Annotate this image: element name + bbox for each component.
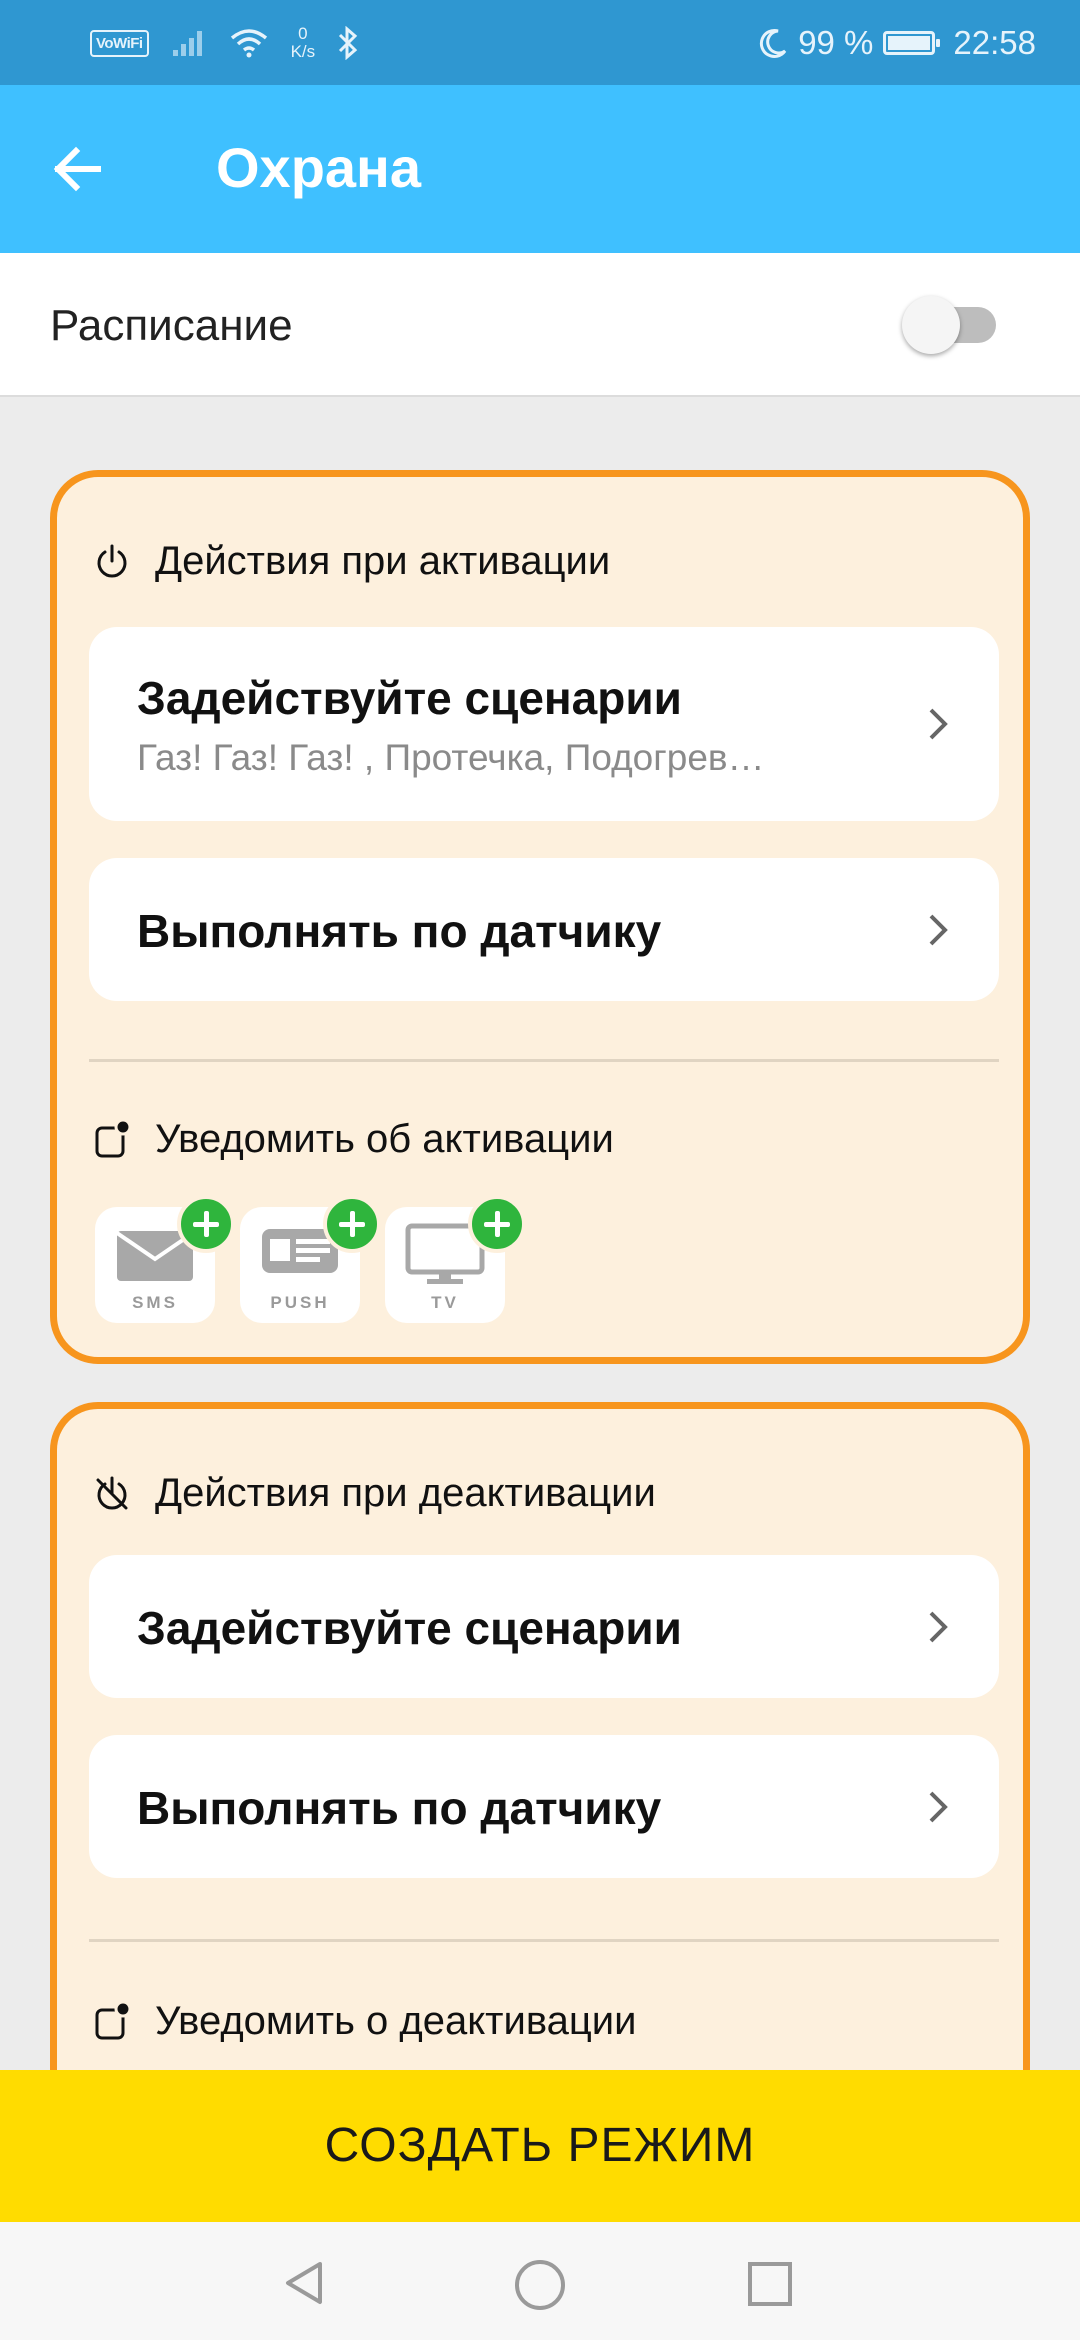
- notification-icon: [95, 2001, 131, 2039]
- network-speed: 0 K/s: [290, 24, 316, 61]
- chevron-right-icon: [929, 1791, 948, 1823]
- activation-card: Действия при активации Задействуйте сцен…: [50, 470, 1030, 1364]
- vowifi-icon: VoWiFi: [90, 29, 149, 57]
- back-button[interactable]: [44, 129, 124, 209]
- deactivation-notify-header: Уведомить о деактивации: [93, 1999, 636, 2044]
- nav-back-icon[interactable]: [280, 2258, 330, 2308]
- scenarios-subtitle: Газ! Газ! Газ! , Протечка, Подогрев…: [137, 737, 765, 778]
- add-push-button[interactable]: [323, 1195, 381, 1253]
- battery-icon: [883, 31, 941, 55]
- nav-home-icon[interactable]: [513, 2258, 567, 2312]
- moon-icon: [760, 29, 787, 58]
- sms-label: SMS: [132, 1293, 178, 1312]
- add-sms-button[interactable]: [177, 1195, 235, 1253]
- battery-percent: 99 %: [798, 24, 874, 61]
- chevron-right-icon: [929, 1611, 948, 1643]
- tv-label: TV: [431, 1293, 459, 1312]
- deactivation-sensor-row[interactable]: Выполнять по датчику: [89, 1735, 999, 1878]
- create-mode-button[interactable]: СОЗДАТЬ РЕЖИМ: [0, 2070, 1080, 2222]
- notification-icon: [95, 1119, 131, 1157]
- activation-sensor-row[interactable]: Выполнять по датчику: [89, 858, 999, 1001]
- app-bar: Охрана: [0, 85, 1080, 253]
- deactivation-card: Действия при деактивации Задействуйте сц…: [50, 1402, 1030, 2125]
- clock: 22:58: [953, 24, 1036, 61]
- chevron-right-icon: [929, 914, 948, 946]
- deactivation-scenarios-row[interactable]: Задействуйте сценарии: [89, 1555, 999, 1698]
- schedule-label: Расписание: [50, 301, 293, 350]
- activation-scenarios-row[interactable]: Задействуйте сценарии Газ! Газ! Газ! , П…: [89, 627, 999, 821]
- sensor-title: Выполнять по датчику: [137, 1782, 662, 1834]
- deactivation-notify-label: Уведомить о деактивации: [155, 1999, 637, 2043]
- navigation-bar: [0, 2222, 1080, 2340]
- activation-notify-label: Уведомить об активации: [155, 1117, 614, 1161]
- power-icon: [97, 544, 127, 577]
- deactivation-header: Действия при деактивации: [93, 1471, 656, 1516]
- scenarios-title: Задействуйте сценарии: [137, 672, 682, 724]
- nav-recents-icon[interactable]: [746, 2260, 794, 2308]
- divider: [89, 1059, 999, 1062]
- scenarios-title: Задействуйте сценарии: [137, 1602, 682, 1654]
- activation-notify-header: Уведомить об активации: [93, 1117, 614, 1162]
- activation-header: Действия при активации: [93, 539, 610, 584]
- add-tv-button[interactable]: [468, 1195, 526, 1253]
- deactivation-header-label: Действия при деактивации: [155, 1471, 656, 1515]
- push-label: PUSH: [270, 1293, 330, 1312]
- signal-icon: [172, 31, 202, 56]
- chevron-right-icon: [929, 708, 948, 740]
- activation-header-label: Действия при активации: [155, 539, 611, 583]
- wifi-icon: [230, 29, 267, 58]
- arrow-left-icon: [53, 146, 101, 192]
- status-bar: VoWiFi 0 K/s 99 % 22:58: [0, 0, 1080, 85]
- page-title: Охрана: [216, 136, 422, 199]
- bluetooth-icon: [339, 26, 358, 60]
- toggle-knob: [902, 296, 960, 354]
- divider: [89, 1939, 999, 1942]
- power-off-icon: [96, 1476, 128, 1509]
- sensor-title: Выполнять по датчику: [137, 905, 662, 957]
